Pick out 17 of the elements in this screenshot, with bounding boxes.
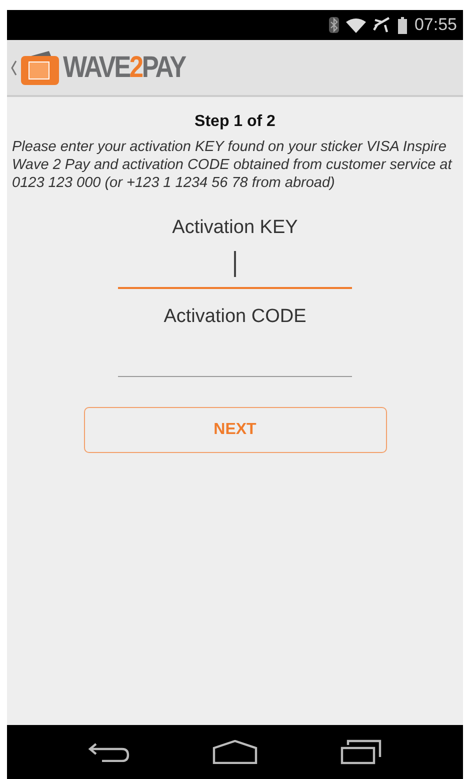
instructions-text: Please enter your activation KEY found on your sticker VISA Inspire Wave 2 Pay and activation CODE obtained from customer service at 0123 123 000 (or +123 1 1234 56 78 from abroad) [11,138,454,192]
recent-apps-icon[interactable] [340,739,382,765]
app-logo: WAVE2PAY [63,52,185,82]
next-button[interactable]: NEXT [84,407,386,454]
step-title: Step 1 of 2 [194,112,276,132]
field-label: Activation KEY [172,216,298,240]
battery-icon [398,16,408,34]
back-caret-icon[interactable] [11,60,17,76]
bluetooth-icon [329,17,340,33]
field-label: Activation CODE [164,304,306,329]
clock-time: 07:55 [414,14,457,36]
airplane-icon [373,17,392,33]
wallet-icon [19,50,61,86]
back-icon[interactable] [88,742,130,762]
home-icon[interactable] [212,740,258,764]
text-cursor [234,250,236,277]
wifi-icon [346,18,366,32]
